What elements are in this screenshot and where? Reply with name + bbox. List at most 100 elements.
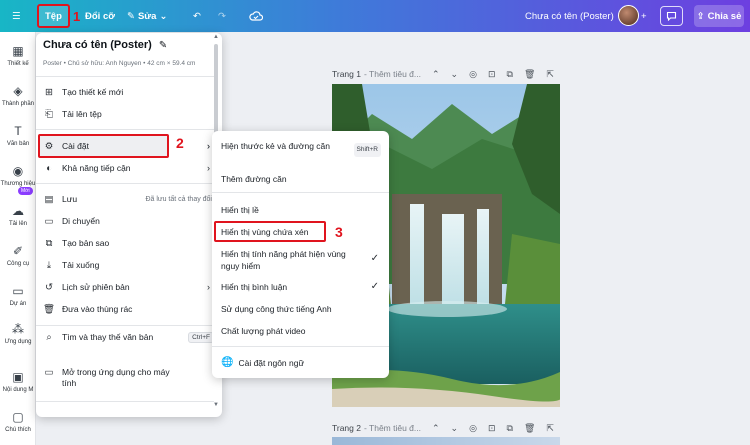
chevron-up-icon[interactable]: ⌃ xyxy=(432,423,440,434)
page-2-label: Trang 2 xyxy=(332,423,361,433)
file-menu-button[interactable]: Tệp xyxy=(37,4,70,28)
submenu-item-add-guides[interactable]: Thêm đường căn xyxy=(221,173,383,185)
sidebar-item-label: Thành phần xyxy=(1,101,35,107)
move-folder-icon: ▭ xyxy=(44,215,54,227)
hamburger-icon[interactable]: ☰ xyxy=(12,0,28,32)
duplicate-icon[interactable]: ⧉ xyxy=(507,423,513,434)
trash-icon: 🗑 xyxy=(42,303,56,315)
cloud-sync-icon[interactable] xyxy=(249,0,263,32)
trash-icon[interactable]: 🗑 xyxy=(524,69,535,80)
menu-item-accessibility[interactable]: ◐ Khả năng tiếp cận › xyxy=(42,159,214,177)
chevron-down-icon[interactable]: ⌄ xyxy=(451,423,459,434)
menu-item-open-desktop[interactable]: ▭ Mở trong ứng dụng cho máy tính xyxy=(42,367,214,393)
undo-icon[interactable]: ↶ xyxy=(193,0,201,32)
sidebar-item-text[interactable]: T Văn bản xyxy=(0,124,36,148)
step-3-marker: 3 xyxy=(335,224,343,240)
comment-icon[interactable] xyxy=(660,6,683,26)
sidebar-item-elements[interactable]: ◈ Thành phần xyxy=(0,84,36,108)
search-icon: ⌕ xyxy=(46,332,52,343)
page-2-title-input[interactable]: - Thêm tiêu đ... xyxy=(364,423,421,433)
submenu-item-danger-zone[interactable]: Hiển thị tính năng phát hiện vùng nguy h… xyxy=(221,248,383,272)
page-1-title-input[interactable]: - Thêm tiêu đ... xyxy=(364,69,421,79)
lock-icon[interactable]: ⊡ xyxy=(488,423,496,434)
copy-icon: ⧉ xyxy=(45,237,53,249)
menu-item-duplicate[interactable]: ⧉ Tạo bản sao xyxy=(42,234,214,252)
divider xyxy=(36,129,214,130)
menu-item-label: Tải xuống xyxy=(62,260,100,270)
menu-item-download[interactable]: ⤓ Tải xuống xyxy=(42,256,214,274)
submenu-item-video-quality[interactable]: Chất lượng phát video xyxy=(221,325,383,337)
poster-page-2[interactable] xyxy=(332,437,560,445)
menu-item-upload-file[interactable]: ⎗ Tải lên tệp xyxy=(42,105,214,123)
edit-button[interactable]: ✎ Sửa ⌄ xyxy=(127,0,167,32)
resize-button[interactable]: Đổi cỡ xyxy=(85,0,115,32)
share-label: Chia sẻ xyxy=(707,10,742,22)
sidebar-item-tools[interactable]: ✐ Công cụ xyxy=(0,244,36,268)
sidebar-item-uploads[interactable]: ☁ Tải lên xyxy=(0,204,36,228)
shapes-icon: ◈ xyxy=(13,84,23,98)
add-page-icon[interactable]: ⇱ xyxy=(546,69,554,80)
settings-gear-icon: ⚙ xyxy=(44,140,54,152)
sidebar-item-comments[interactable]: ▢ Chú thích xyxy=(0,410,36,434)
eye-icon[interactable]: ◎ xyxy=(469,69,477,80)
menu-item-move[interactable]: ▭ Di chuyển xyxy=(42,212,214,230)
sidebar-item-label: Tải lên xyxy=(8,221,27,227)
chevron-right-icon: › xyxy=(207,141,210,151)
sidebar-item-design[interactable]: ▦ Thiết kế xyxy=(0,44,36,68)
file-menu-meta: Poster • Chủ sở hữu: Anh Nguyen • 42 cm … xyxy=(43,60,196,67)
shortcut-hint: Ctrl+F xyxy=(188,332,214,343)
lock-icon[interactable]: ⊡ xyxy=(488,69,496,80)
menu-item-save[interactable]: ▤ Lưu Đã lưu tất cả thay đổi xyxy=(42,190,214,208)
menu-item-version-history[interactable]: ↺ Lịch sử phiên bản › xyxy=(42,278,214,296)
scroll-down-icon[interactable]: ▼ xyxy=(213,402,219,408)
submenu-item-rulers-guides[interactable]: Hiện thước kẻ và đường căn Shift+R xyxy=(221,140,383,157)
checkmark-icon: ✓ xyxy=(370,253,379,264)
submenu-item-show-margins[interactable]: Hiển thị lề xyxy=(221,204,383,216)
menu-item-label: Di chuyển xyxy=(62,216,100,226)
scroll-up-icon[interactable]: ▲ xyxy=(213,34,219,40)
chevron-up-icon[interactable]: ⌃ xyxy=(432,69,440,80)
sidebar-item-apps[interactable]: ⁂ Ứng dụng xyxy=(0,322,36,346)
page-1-header: Trang 1 - Thêm tiêu đ... ⌃ ⌄ ◎ ⊡ ⧉ 🗑 ⇱ xyxy=(332,67,554,81)
save-status: Đã lưu tất cả thay đổi xyxy=(145,195,212,203)
menu-item-settings-active[interactable]: ⚙ Cài đặt › xyxy=(42,137,212,155)
document-title[interactable]: Chưa có tên (Poster) xyxy=(525,0,614,32)
left-sidebar: ▦ Thiết kế ◈ Thành phần T Văn bản Mới ◉ … xyxy=(0,32,36,445)
divider xyxy=(36,76,214,77)
add-page-icon[interactable]: ⇱ xyxy=(546,423,554,434)
submenu-item-show-comments[interactable]: Hiển thị bình luận ✓ xyxy=(221,281,383,293)
draw-icon: ✐ xyxy=(12,244,24,258)
menu-item-trash[interactable]: 🗑 Đưa vào thùng rác xyxy=(42,300,214,318)
submenu-item-label: Sử dụng công thức tiếng Anh xyxy=(221,304,332,314)
submenu-item-label: Hiển thị lề xyxy=(221,205,259,215)
duplicate-icon[interactable]: ⧉ xyxy=(507,69,513,80)
submenu-item-label: Cài đặt ngôn ngữ xyxy=(238,358,305,368)
menu-item-label: Tìm và thay thế văn bản xyxy=(62,332,154,342)
add-collaborator-icon[interactable]: + xyxy=(641,0,647,32)
submenu-item-label: Chất lượng phát video xyxy=(221,326,306,336)
share-button[interactable]: ⇪ Chia sẻ xyxy=(694,5,744,27)
chevron-down-icon[interactable]: ⌄ xyxy=(451,69,459,80)
avatar[interactable] xyxy=(618,5,639,26)
sidebar-item-label: Nội dung M xyxy=(2,387,34,393)
eye-icon[interactable]: ◎ xyxy=(469,423,477,434)
folder-icon: ▭ xyxy=(12,284,24,298)
menu-item-label: Tải lên tệp xyxy=(62,109,102,119)
menu-item-label: Mở trong ứng dụng cho máy tính xyxy=(62,367,170,388)
menu-item-find-replace[interactable]: ⌕ Tìm và thay thế văn bản Ctrl+F xyxy=(42,332,214,358)
text-icon: T xyxy=(14,124,22,138)
submenu-item-language[interactable]: 🌐 Cài đặt ngôn ngữ xyxy=(221,357,383,369)
sidebar-item-media[interactable]: ▣ Nội dung M xyxy=(0,370,36,394)
trash-icon[interactable]: 🗑 xyxy=(524,423,535,434)
redo-icon[interactable]: ↷ xyxy=(218,0,226,32)
sidebar-item-brand[interactable]: ◉ Thương hiệu xyxy=(0,164,36,188)
chevron-down-icon: ⌄ xyxy=(159,10,168,22)
submenu-item-english-formulas[interactable]: Sử dụng công thức tiếng Anh xyxy=(221,303,383,315)
pencil-icon[interactable]: ✎ xyxy=(159,40,167,51)
file-menu-title[interactable]: Chưa có tên (Poster) ✎ xyxy=(43,39,167,51)
shortcut-hint: Shift+R xyxy=(353,143,381,157)
menu-item-new-design[interactable]: ⊞ Tạo thiết kế mới xyxy=(42,83,214,101)
sidebar-item-projects[interactable]: ▭ Dự án xyxy=(0,284,36,308)
share-lock-icon: ⇪ xyxy=(696,10,705,22)
new-badge: Mới xyxy=(18,187,33,195)
